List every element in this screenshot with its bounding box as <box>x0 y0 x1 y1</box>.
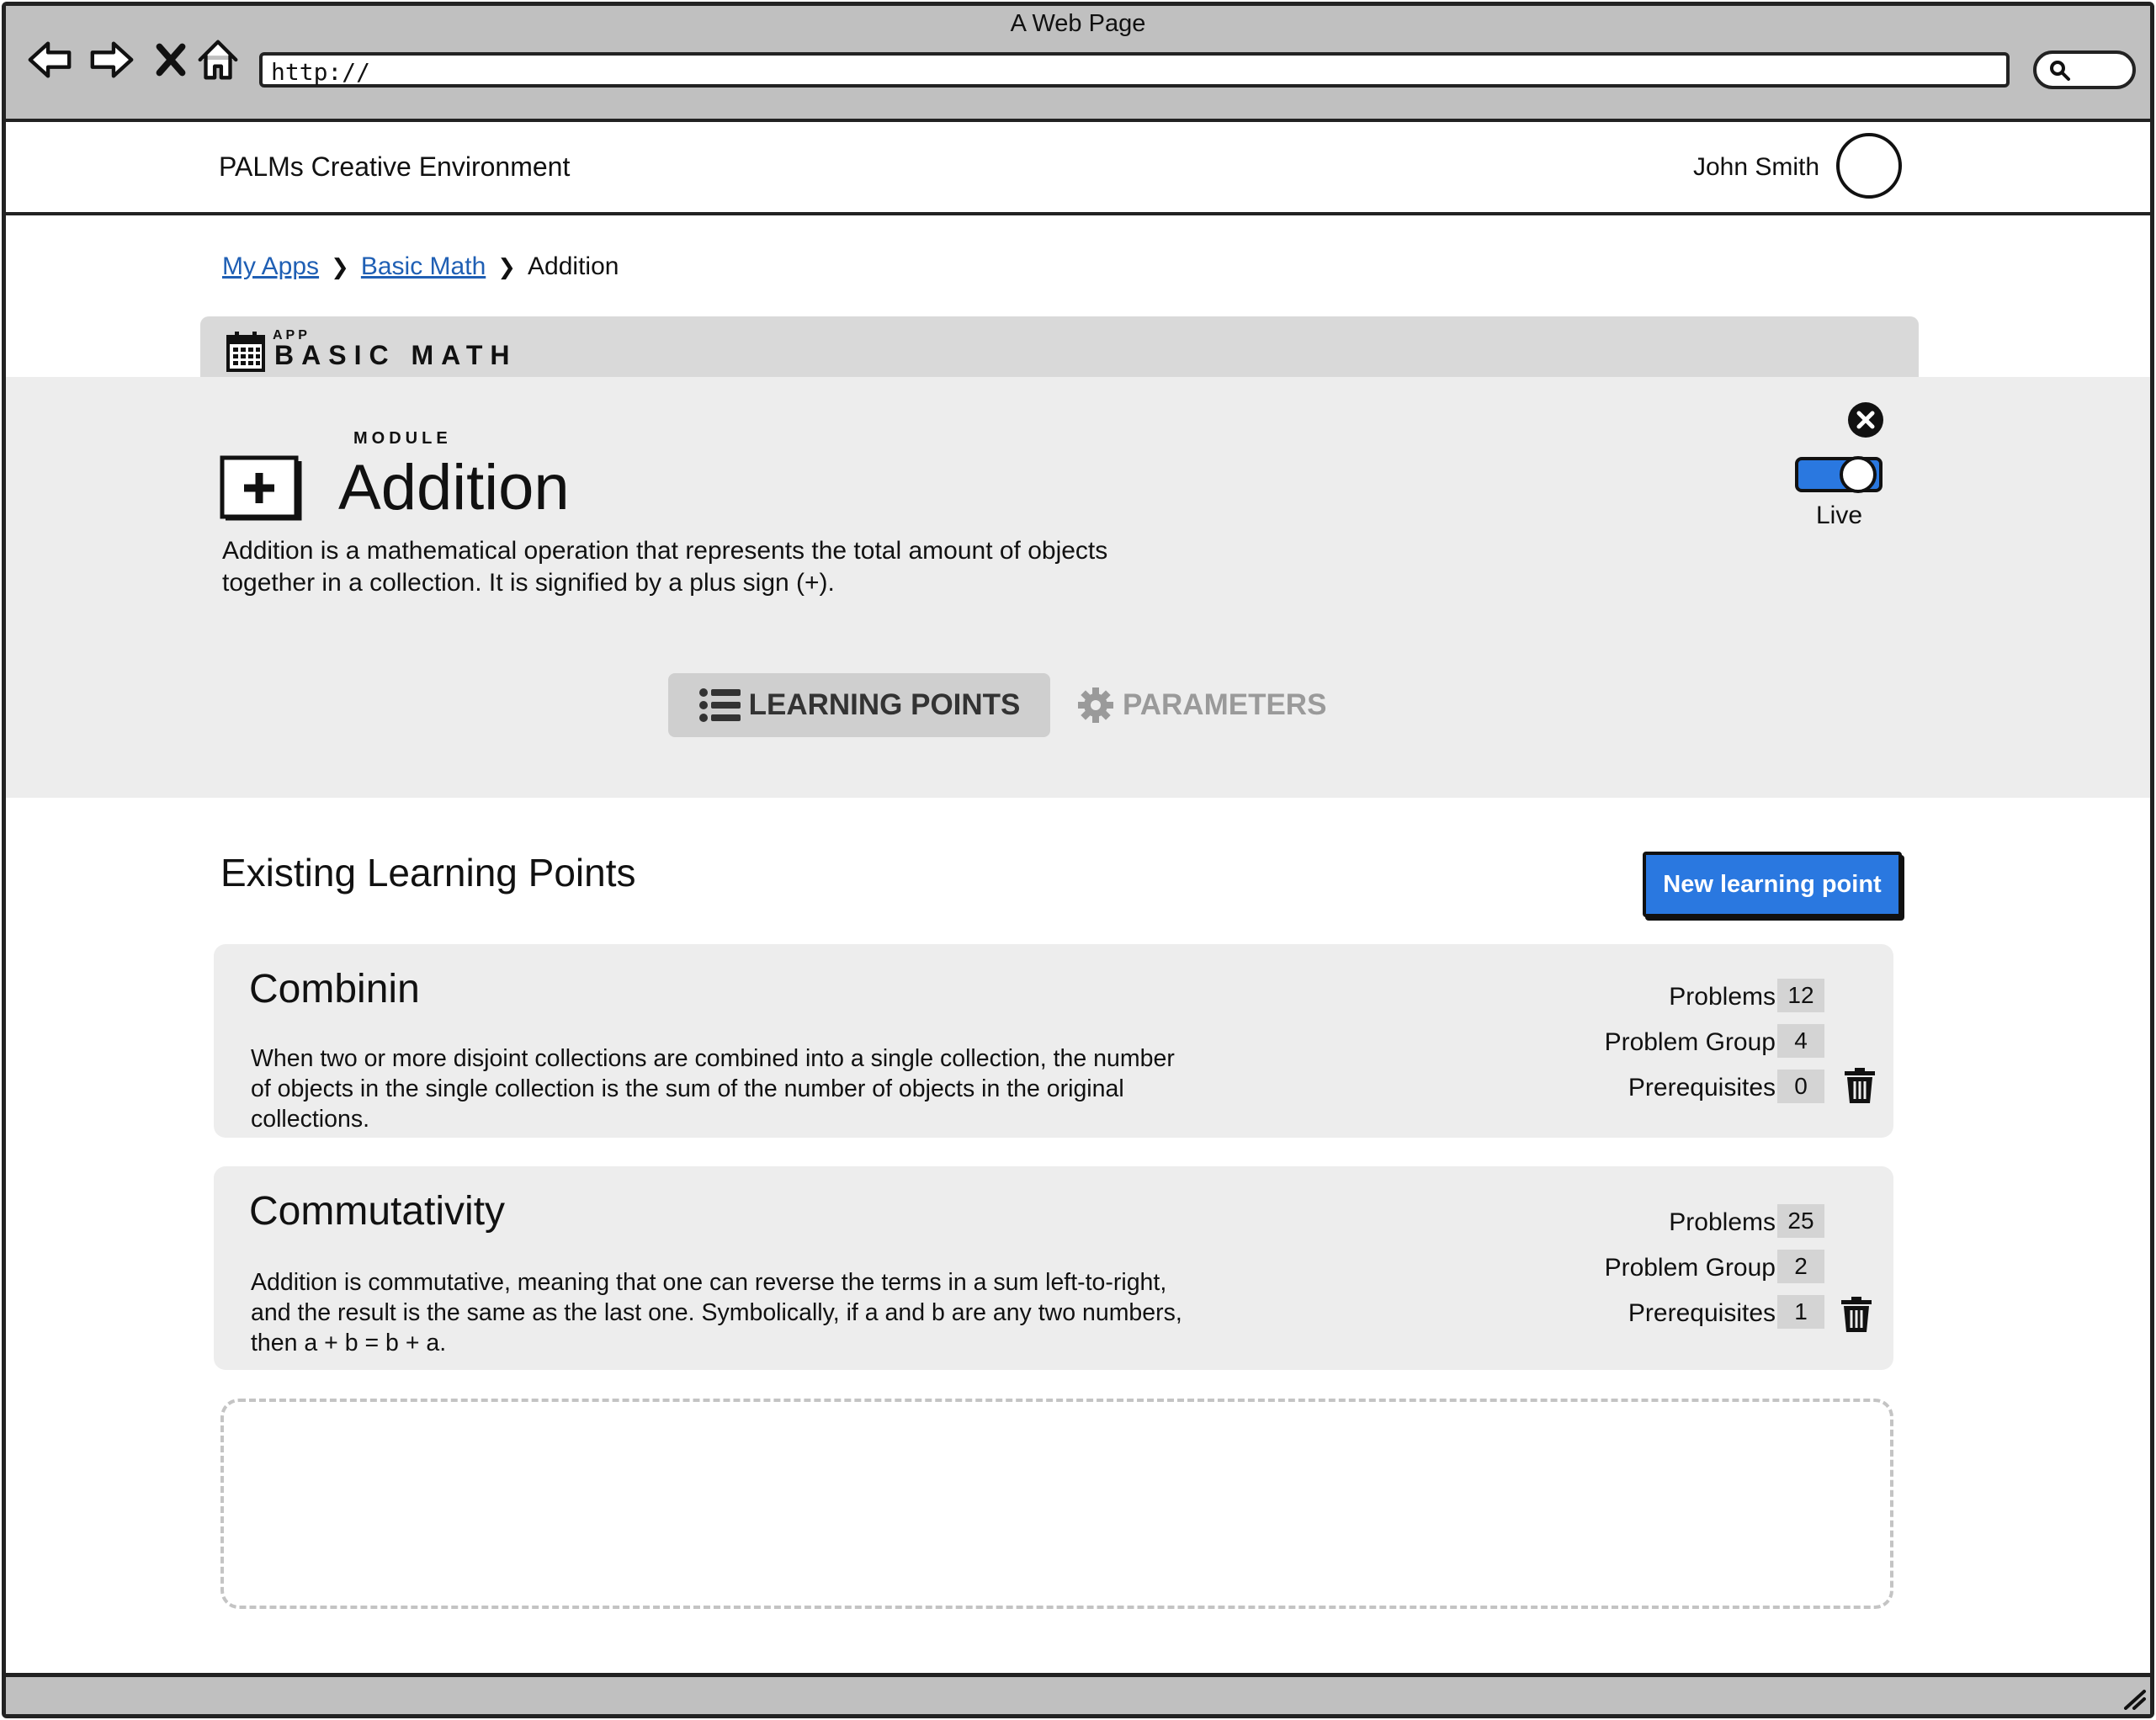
learning-point-description: When two or more disjoint collections ar… <box>251 1045 1175 1133</box>
problems-label: Problems <box>1669 1208 1776 1236</box>
calendar-icon <box>226 330 266 372</box>
chevron-right-icon: ❯ <box>331 253 349 279</box>
problem-group-count: 4 <box>1777 1024 1824 1058</box>
problems-count: 12 <box>1777 979 1824 1012</box>
live-toggle[interactable] <box>1794 454 1883 495</box>
problems-count: 25 <box>1777 1204 1824 1238</box>
module-kicker: MODULE <box>353 429 452 448</box>
breadcrumb-link-my-apps[interactable]: My Apps <box>222 252 319 281</box>
breadcrumb-current: Addition <box>528 252 619 280</box>
list-icon <box>698 688 741 722</box>
trash-icon[interactable] <box>1843 1067 1877 1104</box>
trash-icon[interactable] <box>1840 1296 1873 1333</box>
problem-group-label: Problem Group <box>1604 1254 1776 1282</box>
close-icon[interactable] <box>1846 401 1885 439</box>
new-learning-point-button[interactable]: New learning point <box>1643 852 1902 917</box>
browser-status-bar <box>6 1673 2150 1714</box>
breadcrumb: My Apps ❯ Basic Math ❯ Addition <box>222 252 619 281</box>
url-input[interactable]: http:// <box>259 52 2010 88</box>
tab-parameters-label: PARAMETERS <box>1123 688 1327 721</box>
section-title: Existing Learning Points <box>220 851 636 895</box>
tab-parameters[interactable]: PARAMETERS <box>1077 673 1330 737</box>
breadcrumb-link-basic-math[interactable]: Basic Math <box>361 252 486 281</box>
avatar[interactable] <box>1836 133 1902 199</box>
chevron-right-icon: ❯ <box>497 253 517 279</box>
window-title: A Web Page <box>1010 10 1146 37</box>
prerequisites-count: 1 <box>1777 1295 1824 1329</box>
live-label: Live <box>1816 502 1863 529</box>
problems-label: Problems <box>1669 983 1776 1011</box>
user-name[interactable]: John Smith <box>1693 153 1819 182</box>
tab-learning-points-label: LEARNING POINTS <box>748 688 1021 721</box>
resize-grip-icon[interactable] <box>2121 1686 2148 1710</box>
tab-learning-points[interactable]: LEARNING POINTS <box>668 673 1050 737</box>
problem-group-count: 2 <box>1777 1250 1824 1283</box>
prerequisites-label: Prerequisites <box>1628 1074 1776 1102</box>
prerequisites-count: 0 <box>1777 1070 1824 1103</box>
toggle-icon <box>1795 456 1883 493</box>
brand-title[interactable]: PALMs Creative Environment <box>219 151 570 183</box>
learning-point-description: Addition is commutative, meaning that on… <box>251 1269 1182 1356</box>
module-title: Addition <box>338 452 570 523</box>
module-description: Addition is a mathematical operation tha… <box>222 537 1108 597</box>
home-icon[interactable] <box>192 34 244 86</box>
learning-point-title[interactable]: Combinin <box>249 966 420 1012</box>
search-icon <box>2050 61 2070 81</box>
gear-icon <box>1078 687 1113 723</box>
app-name[interactable]: BASIC MATH <box>274 340 518 371</box>
plus-box-icon <box>219 454 303 523</box>
back-arrow-icon[interactable] <box>24 34 76 86</box>
learning-point-title[interactable]: Commutativity <box>249 1188 505 1234</box>
browser-search-button[interactable] <box>2033 50 2136 89</box>
prerequisites-label: Prerequisites <box>1628 1299 1776 1327</box>
stop-icon[interactable] <box>145 34 197 86</box>
forward-arrow-icon[interactable] <box>86 34 138 86</box>
learning-point-placeholder[interactable] <box>220 1399 1893 1609</box>
problem-group-label: Problem Group <box>1604 1028 1776 1056</box>
